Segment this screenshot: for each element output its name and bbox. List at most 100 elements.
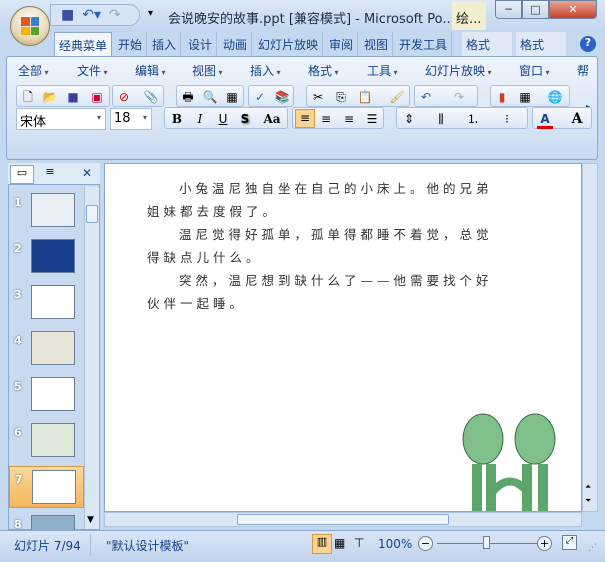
line-spacing-icon[interactable]: ⇕: [401, 111, 417, 127]
fit-to-window-button[interactable]: ⤢: [562, 535, 577, 550]
format-painter-icon[interactable]: 🖌: [389, 89, 405, 105]
new-icon[interactable]: 🗋: [20, 89, 36, 105]
menu-tools[interactable]: 工具: [367, 62, 398, 79]
zoom-slider-thumb[interactable]: [483, 536, 490, 549]
font-color-button[interactable]: A: [537, 111, 553, 129]
numbering-icon[interactable]: ⒈: [465, 111, 481, 127]
redo-icon[interactable]: ↷: [451, 89, 467, 105]
cut-icon[interactable]: ✂: [310, 89, 326, 105]
menu-edit[interactable]: 编辑: [135, 62, 166, 79]
grid-icon[interactable]: ▦: [224, 89, 240, 105]
hyperlink-icon[interactable]: 🌐: [547, 89, 563, 105]
menu-file[interactable]: 文件: [77, 62, 108, 79]
maximize-button[interactable]: □: [522, 0, 549, 19]
save-as-icon[interactable]: ▣: [89, 89, 105, 105]
tab-design[interactable]: 设计: [184, 32, 218, 56]
tab-home[interactable]: 开始: [114, 32, 148, 56]
table-icon[interactable]: ▦: [517, 89, 533, 105]
slide-thumbnail[interactable]: 3: [9, 282, 84, 324]
close-button[interactable]: ✕: [549, 0, 597, 19]
font-name-select[interactable]: 宋体: [16, 108, 106, 130]
tab-review[interactable]: 审阅: [325, 32, 359, 56]
shadow-button[interactable]: S: [237, 111, 253, 127]
tab-view[interactable]: 视图: [360, 32, 394, 56]
previous-slide-icon[interactable]: ⏶: [585, 482, 591, 492]
print-preview-icon[interactable]: 🔍: [202, 89, 218, 105]
panel-scrollbar[interactable]: ▼: [84, 187, 99, 529]
minimize-button[interactable]: ─: [495, 0, 522, 19]
copy-icon[interactable]: ⎘: [333, 89, 349, 105]
open-icon[interactable]: 📂: [42, 89, 58, 105]
slide-sorter-button[interactable]: ▦: [334, 536, 345, 550]
italic-button[interactable]: I: [192, 111, 208, 127]
slide-text-line[interactable]: 得缺点儿什么。: [147, 247, 263, 266]
align-left-button[interactable]: ≡: [295, 109, 315, 128]
office-button[interactable]: [10, 6, 50, 46]
permission-icon[interactable]: ⊘: [116, 89, 132, 105]
menu-slideshow[interactable]: 幻灯片放映: [425, 62, 492, 79]
slide-thumbnail[interactable]: 4: [9, 328, 84, 370]
text-direction-icon[interactable]: ⫼: [433, 111, 449, 127]
menu-insert[interactable]: 插入: [250, 62, 281, 79]
menu-view[interactable]: 视图: [192, 62, 223, 79]
slide-text-line[interactable]: 姐妹都去度假了。: [147, 201, 279, 220]
research-icon[interactable]: 📚: [274, 89, 290, 105]
slideshow-view-button[interactable]: ⊤: [354, 536, 364, 550]
bullets-icon[interactable]: ⁝: [499, 111, 515, 127]
slide-thumbnail[interactable]: 5: [9, 374, 84, 416]
undo-icon[interactable]: ↶▾: [82, 7, 101, 23]
chart-icon[interactable]: ▮: [494, 89, 510, 105]
panel-scroll-thumb[interactable]: [86, 205, 98, 223]
tab-insert[interactable]: 插入: [148, 32, 182, 56]
slide-thumbnail[interactable]: 6: [9, 420, 84, 462]
tab-slides[interactable]: ▭: [10, 165, 34, 184]
tab-outline[interactable]: ≡: [36, 165, 64, 184]
tab-format-1[interactable]: 格式: [462, 32, 512, 56]
save-icon[interactable]: ■: [61, 7, 74, 23]
slide-thumbnail[interactable]: 7: [9, 466, 84, 508]
tab-slideshow[interactable]: 幻灯片放映: [254, 32, 324, 56]
next-slide-icon[interactable]: ⏷: [585, 496, 591, 506]
close-panel-button[interactable]: ✕: [82, 166, 92, 180]
slide-text-line[interactable]: 温尼觉得好孤单，孤单得都睡不着觉，总觉: [179, 224, 493, 243]
spelling-icon[interactable]: ✓: [252, 89, 268, 105]
undo-icon[interactable]: ↶: [418, 89, 434, 105]
vertical-scrollbar[interactable]: ⏶ ⏷: [582, 163, 598, 512]
slide-text-line[interactable]: 突然，温尼想到缺什么了——他需要找个好: [179, 270, 493, 289]
slide-text-line[interactable]: 伙伴一起睡。: [147, 293, 246, 312]
menu-help[interactable]: 帮: [577, 62, 589, 79]
menu-all[interactable]: 全部: [18, 62, 49, 79]
tab-classic-menu[interactable]: 经典菜单: [54, 32, 113, 58]
grow-font-button[interactable]: A: [569, 111, 585, 127]
help-icon[interactable]: ?: [580, 36, 596, 52]
tab-format-2[interactable]: 格式: [516, 32, 566, 56]
slide-text-line[interactable]: 小兔温尼独自坐在自己的小床上。他的兄弟: [179, 178, 493, 197]
save-icon[interactable]: ■: [65, 89, 81, 105]
theme-name[interactable]: "默认设计模板": [106, 537, 189, 554]
menu-window[interactable]: 窗口: [519, 62, 550, 79]
attach-icon[interactable]: 📎: [143, 89, 159, 105]
normal-view-button[interactable]: ▥: [312, 534, 332, 554]
align-center-button[interactable]: ≡: [318, 111, 334, 127]
change-case-button[interactable]: Aa: [261, 111, 283, 127]
bold-button[interactable]: B: [169, 111, 185, 127]
slide-thumbnail[interactable]: 2: [9, 236, 84, 278]
zoom-level[interactable]: 100%: [378, 537, 412, 551]
slide-thumbnail[interactable]: 1: [9, 190, 84, 232]
align-right-button[interactable]: ≡: [341, 111, 357, 127]
tab-developer[interactable]: 开发工具: [395, 32, 453, 56]
underline-button[interactable]: U: [215, 111, 231, 127]
customize-qat-icon[interactable]: ▾: [148, 8, 153, 19]
redo-icon[interactable]: ↷: [109, 7, 121, 23]
justify-button[interactable]: ☰: [364, 111, 380, 127]
menu-format[interactable]: 格式: [308, 62, 339, 79]
font-size-select[interactable]: 18: [110, 108, 152, 130]
paste-icon[interactable]: 📋: [357, 89, 373, 105]
tab-animation[interactable]: 动画: [219, 32, 253, 56]
slide-canvas[interactable]: 小兔温尼独自坐在自己的小床上。他的兄弟 姐妹都去度假了。 温尼觉得好孤单，孤单得…: [104, 163, 582, 512]
zoom-in-button[interactable]: +: [537, 536, 552, 551]
horizontal-scroll-thumb[interactable]: [237, 514, 449, 525]
panel-scroll-down-icon[interactable]: ▼: [87, 515, 94, 525]
zoom-out-button[interactable]: −: [418, 536, 433, 551]
resize-grip-icon[interactable]: ⋰: [588, 543, 597, 553]
